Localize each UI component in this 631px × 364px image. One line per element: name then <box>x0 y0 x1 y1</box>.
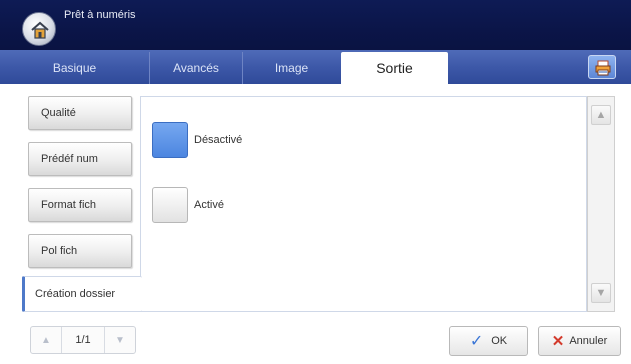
cancel-button[interactable]: ✕ Annuler <box>538 326 621 356</box>
scroll-up-icon[interactable]: ▲ <box>591 105 611 125</box>
sidebar-item-creation-dossier[interactable]: Création dossier <box>22 276 142 312</box>
pager: ▲ 1/1 ▼ <box>30 326 136 354</box>
job-status-button[interactable] <box>588 55 616 79</box>
option-desactive-toggle[interactable] <box>152 122 188 158</box>
options-scrollbar[interactable]: ▲ ▼ <box>587 96 615 312</box>
sidebar-item-predef-num[interactable]: Prédéf num <box>28 142 132 176</box>
home-button[interactable] <box>22 12 56 46</box>
tab-sortie[interactable]: Sortie <box>341 52 448 84</box>
sidebar-item-qualite[interactable]: Qualité <box>28 96 132 130</box>
home-icon <box>31 21 49 39</box>
option-active-label: Activé <box>194 199 224 211</box>
tab-basique[interactable]: Basique <box>0 52 150 84</box>
option-desactive-label: Désactivé <box>194 134 243 146</box>
title-bar: Prêt à numéris <box>0 0 631 50</box>
tab-avances[interactable]: Avancés <box>150 52 243 84</box>
scroll-down-icon[interactable]: ▼ <box>591 283 611 303</box>
page-down-icon[interactable]: ▼ <box>111 333 129 347</box>
cancel-label: Annuler <box>569 335 608 347</box>
ok-button[interactable]: ✓ OK <box>449 326 528 356</box>
printer-icon <box>595 60 611 76</box>
app-title: Prêt à numéris <box>64 9 136 21</box>
ok-label: OK <box>491 335 508 347</box>
option-active-toggle[interactable] <box>152 187 188 223</box>
page-indicator: 1/1 <box>61 327 105 353</box>
tab-image[interactable]: Image <box>243 52 340 84</box>
sidebar-item-pol-fich[interactable]: Pol fich <box>28 234 132 268</box>
close-icon: ✕ <box>551 333 565 350</box>
sidebar-item-format-fich[interactable]: Format fich <box>28 188 132 222</box>
check-icon: ✓ <box>469 333 484 350</box>
page-up-icon[interactable]: ▲ <box>37 333 55 347</box>
